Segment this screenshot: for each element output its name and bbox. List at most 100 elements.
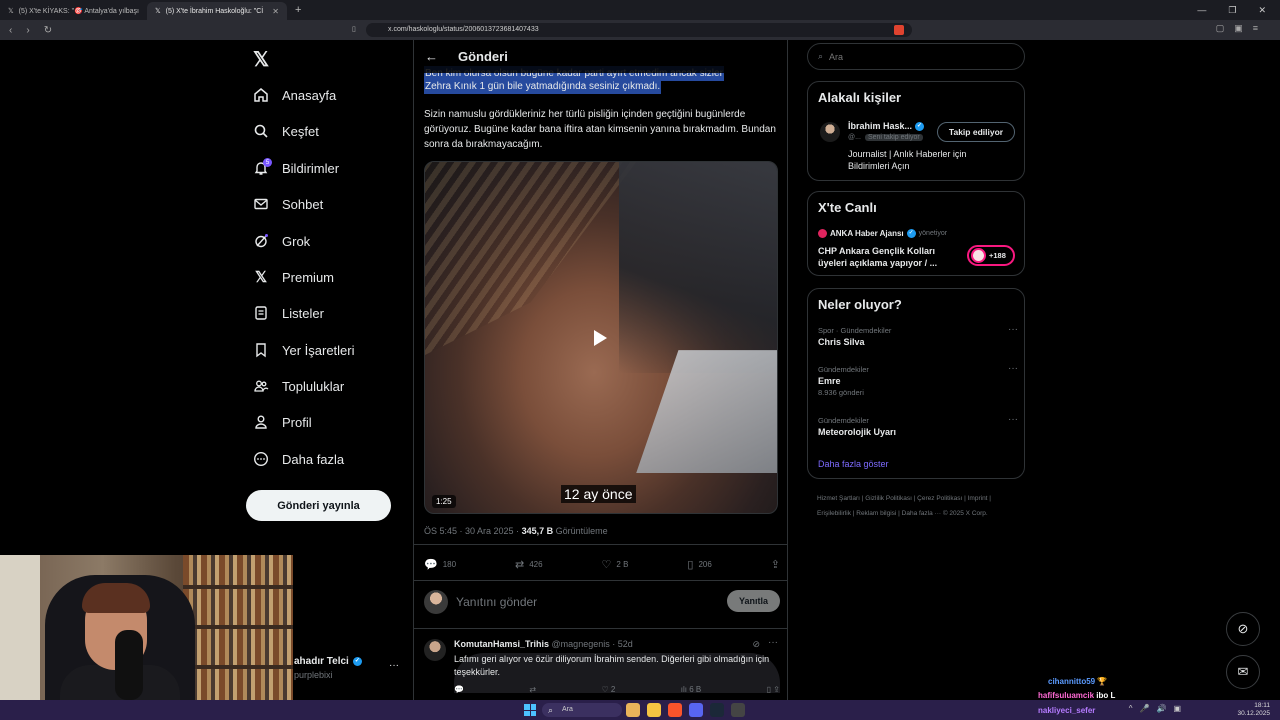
obs-icon[interactable] <box>731 703 745 717</box>
profile-icon <box>253 414 269 430</box>
reply-actions: 💬 ⇄ ♡ 2 ılı 6 B ▯ ⇪ <box>454 685 780 694</box>
live-source-name: ANKA Haber Ajansı <box>830 229 904 238</box>
bookmark-icon <box>253 342 269 358</box>
chat-message: cihannitto59 🏆 <box>1048 677 1107 686</box>
minimize-icon[interactable]: — <box>1197 5 1206 15</box>
post-time[interactable]: ÖS 5:45 · 30 Ara 2025 · <box>424 526 522 536</box>
more-icon[interactable]: ··· <box>768 637 778 648</box>
avatar <box>424 639 446 661</box>
taskbar-clock[interactable]: 18:11 30.12.2025 <box>1237 702 1270 718</box>
reply-author[interactable]: KomutanHamsi_Trihis <box>454 639 549 649</box>
like-action[interactable]: ♡ 2 <box>601 685 615 694</box>
trend-item[interactable]: Gündemdekiler Meteorolojik Uyarı ··· <box>818 414 1018 437</box>
forward-icon[interactable]: › <box>26 25 29 36</box>
share-icon: ⇪ <box>770 558 780 571</box>
post-button[interactable]: Gönderi yayınla <box>246 490 391 521</box>
more-icon[interactable]: ··· <box>1008 363 1018 374</box>
reply-button[interactable]: Yanıtla <box>727 590 780 612</box>
messages-float-button[interactable]: ✉ <box>1226 655 1260 689</box>
video-player[interactable]: 12 ay önce 1:25 <box>424 161 778 514</box>
system-tray[interactable]: ^🎤🔊▣ <box>1129 704 1188 713</box>
new-tab-button[interactable]: + <box>287 4 309 16</box>
trend-category: Gündemdekiler <box>818 365 869 374</box>
x-favicon-icon: 𝕏 <box>155 8 161 15</box>
reload-icon[interactable]: ↻ <box>44 25 52 36</box>
nav-item-home[interactable]: Anasayfa <box>253 82 336 108</box>
live-listeners-pill[interactable]: +188 <box>967 245 1015 266</box>
nav-item-more[interactable]: Daha fazla <box>253 446 344 472</box>
bookmark-page-icon[interactable]: ▯ <box>352 23 356 37</box>
back-arrow-icon[interactable]: ← <box>425 49 438 64</box>
repost-action[interactable]: ⇄ 426 <box>515 557 543 571</box>
post-header: ← Gönderi <box>414 40 787 73</box>
x-logo-icon[interactable]: 𝕏 <box>253 47 269 72</box>
restore-icon[interactable]: ❐ <box>1228 5 1236 16</box>
nav-label: Premium <box>282 269 335 285</box>
widgets-icon[interactable] <box>626 703 640 717</box>
divider <box>414 628 787 629</box>
webcam-background <box>0 555 40 700</box>
reply-icon[interactable]: 💬 <box>454 685 464 694</box>
views-action[interactable]: ılı 6 B <box>681 685 701 694</box>
more-icon[interactable]: ··· <box>1008 414 1018 425</box>
close-tab-icon[interactable]: ✕ <box>272 7 279 16</box>
nav-label: Daha fazla <box>282 451 345 467</box>
grok-float-button[interactable]: ⊘ <box>1226 612 1260 646</box>
steam-icon[interactable] <box>710 703 724 717</box>
nav-item-bookmarks[interactable]: Yer İşaretleri <box>253 337 355 363</box>
like-count: 2 <box>610 685 616 694</box>
live-source[interactable]: ANKA Haber Ajansı ✓ yönetiyor <box>818 229 947 238</box>
nav-item-chat[interactable]: Sohbet <box>253 191 323 217</box>
url-field[interactable]: ▯ x.com/haskologlu/status/20060137236814… <box>352 23 912 37</box>
like-action[interactable]: ♡ 2 B <box>602 557 629 571</box>
trend-item[interactable]: Gündemdekiler Emre 8.936 gönderi ··· <box>818 363 1018 397</box>
post-body: Sizin namuslu gördükleriniz her türlü pi… <box>424 109 776 150</box>
footer-links[interactable]: Hizmet Şartları | Gizlilik Politikası | … <box>817 491 1017 521</box>
share-action[interactable]: ⇪ <box>771 557 780 571</box>
nav-item-explore[interactable]: Keşfet <box>253 118 319 144</box>
nav-item-lists[interactable]: Listeler <box>253 300 324 326</box>
grok-icon[interactable]: ⊘ <box>752 639 760 650</box>
more-icon[interactable]: ··· <box>1008 324 1018 335</box>
nav-item-communities[interactable]: Topluluklar <box>253 373 344 399</box>
browser-tab[interactable]: 𝕏 (5) X'te KİYAKS: "🎯 Antalya'da yılbaşı <box>0 2 147 20</box>
bookmark-count: 206 <box>698 559 712 569</box>
nav-item-notifications[interactable]: 5 Bildirimler <box>253 155 339 181</box>
more-circle-icon <box>253 451 269 467</box>
listener-count: +188 <box>989 251 1006 260</box>
following-button[interactable]: Takip ediliyor <box>937 122 1015 142</box>
windows-start-icon[interactable] <box>524 704 536 716</box>
account-more-icon[interactable]: ··· <box>389 660 399 671</box>
search-input[interactable] <box>829 51 1010 62</box>
nav-item-premium[interactable]: 𝕏 Premium <box>253 264 334 290</box>
taskbar-search[interactable]: Ara <box>542 703 622 717</box>
person-bio: Journalist | Anlık Haberler için Bildiri… <box>848 149 967 171</box>
avatar[interactable] <box>820 122 840 142</box>
bookmark-icon[interactable]: ▯ ⇪ <box>767 685 780 694</box>
card-title: Alakalı kişiler <box>818 90 902 105</box>
reply-action[interactable]: 💬 180 <box>424 557 456 571</box>
back-icon[interactable]: ‹ <box>9 25 12 36</box>
account-switcher[interactable]: ahadır Telci ✓ <box>294 656 362 667</box>
browser-toolbar-icons[interactable]: ▢▣≡ <box>1216 23 1268 34</box>
trend-item[interactable]: Spor · Gündemdekiler Chris Silva ··· <box>818 324 1018 347</box>
grok-icon <box>253 233 269 249</box>
show-more-link[interactable]: Daha fazla göster <box>818 459 889 469</box>
play-icon[interactable] <box>594 330 607 346</box>
communities-icon <box>253 378 269 394</box>
repost-icon[interactable]: ⇄ <box>529 685 536 694</box>
browser-tab-active[interactable]: 𝕏 (5) X'te İbrahim Haskoloğlu: "Cİ ✕ <box>147 2 287 20</box>
bookmark-action[interactable]: ▯ 206 <box>687 557 711 571</box>
reply-input[interactable]: Yanıtını gönder <box>456 595 537 609</box>
search-box[interactable]: ⌕ <box>807 43 1025 70</box>
close-window-icon[interactable]: ✕ <box>1258 5 1266 16</box>
live-headline[interactable]: CHP Ankara Gençlik Kolları üyeleri açıkl… <box>818 245 953 269</box>
nav-label: Listeler <box>282 305 324 321</box>
nav-item-profile[interactable]: Profil <box>253 409 312 435</box>
nav-item-grok[interactable]: Grok <box>253 228 310 254</box>
brave-shield-icon[interactable] <box>894 25 904 35</box>
brave-browser-icon[interactable] <box>668 703 682 717</box>
file-explorer-icon[interactable] <box>647 703 661 717</box>
person-name-row[interactable]: İbrahim Hask... ✓ <box>848 121 925 131</box>
discord-icon[interactable] <box>689 703 703 717</box>
